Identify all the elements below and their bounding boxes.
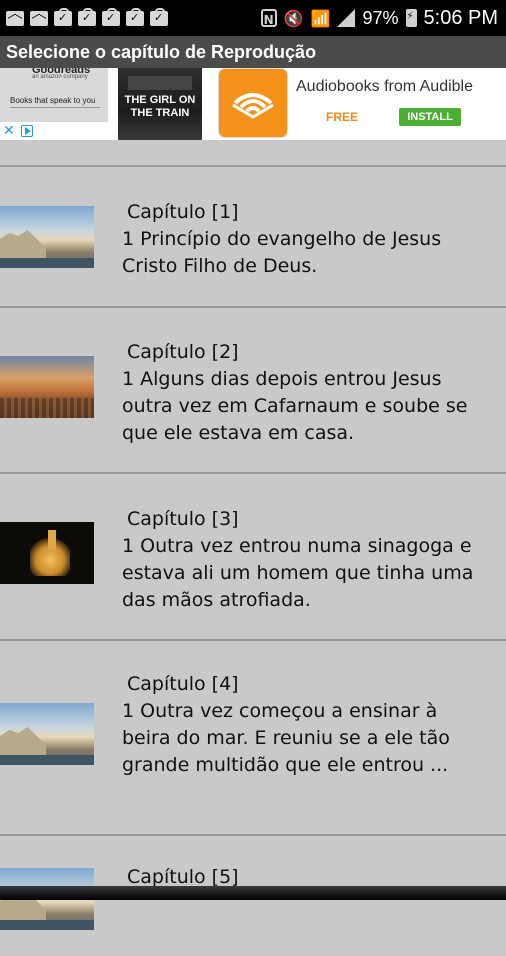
- shopping-bag-icon: [126, 7, 144, 26]
- shopping-bag-icon: [54, 7, 72, 26]
- status-bar: N 🔇 📶 97% 5:06 PM: [0, 0, 506, 36]
- audible-app-icon[interactable]: [219, 69, 287, 137]
- shopping-bag-icon: [78, 7, 96, 26]
- chapter-heading: Capítulo [3]: [127, 508, 239, 530]
- adchoices-icon[interactable]: [20, 125, 33, 137]
- ad-choices[interactable]: ✕: [0, 122, 44, 140]
- ad-divider: [10, 107, 100, 108]
- wifi-icon: 📶: [310, 8, 331, 28]
- email-icon: [30, 10, 48, 26]
- close-icon[interactable]: ✕: [3, 123, 15, 139]
- chapter-item-3[interactable]: Capítulo [3] 1 Outra vez entrou numa sin…: [0, 474, 506, 639]
- battery-percent: 97%: [362, 7, 399, 28]
- chapter-description: 1 Outra vez entrou numa sinagoga e estav…: [122, 535, 474, 611]
- chapter-item-1[interactable]: Capítulo [1] 1 Princípio do evangelho de…: [0, 167, 506, 306]
- clock: 5:06 PM: [423, 6, 498, 29]
- shopping-bag-icon: [102, 7, 120, 26]
- chapter-text-block: Capítulo [2] 1 Alguns dias depois entrou…: [122, 339, 486, 447]
- email-icon: [6, 10, 24, 26]
- chapter-list: Capítulo [1] 1 Princípio do evangelho de…: [0, 140, 506, 956]
- battery-icon: [405, 9, 417, 27]
- ad-title[interactable]: Audiobooks from Audible: [296, 78, 473, 96]
- ad-book-cover[interactable]: THE GIRL ON THE TRAIN: [118, 68, 202, 140]
- ad-tagline: Books that speak to you: [10, 96, 96, 105]
- navigation-bar: [0, 886, 506, 900]
- book-cover-band: [128, 76, 192, 90]
- chapter-thumbnail: [0, 206, 94, 268]
- chapter-text-block: Capítulo [4] 1 Outra vez começou a ensin…: [122, 671, 486, 779]
- chapter-item-4[interactable]: Capítulo [4] 1 Outra vez começou a ensin…: [0, 641, 506, 834]
- book-cover-title: THE GIRL ON THE TRAIN: [124, 94, 196, 119]
- ad-left-panel[interactable]: Goodreads an amazon company Books that s…: [0, 68, 108, 122]
- nfc-icon: N: [260, 9, 277, 27]
- ad-brand-sub: an amazon company: [32, 74, 88, 80]
- chapter-description: 1 Outra vez começou a ensinar à beira do…: [122, 700, 450, 776]
- chapter-heading: Capítulo [1]: [127, 201, 239, 223]
- chapter-text-block: Capítulo [3] 1 Outra vez entrou numa sin…: [122, 506, 486, 614]
- ad-banner[interactable]: Goodreads an amazon company Books that s…: [0, 68, 506, 140]
- chapter-text-block: Capítulo [1] 1 Princípio do evangelho de…: [122, 199, 486, 280]
- chapter-description: 1 Princípio do evangelho de Jesus Cristo…: [122, 228, 442, 277]
- ad-install-button[interactable]: INSTALL: [399, 108, 461, 126]
- shopping-bag-icon: [150, 7, 168, 26]
- page-title: Selecione o capítulo de Reprodução: [0, 36, 506, 68]
- mute-icon: 🔇: [283, 8, 304, 28]
- system-icons: N 🔇 📶 97% 5:06 PM: [260, 6, 498, 30]
- chapter-item-2[interactable]: Capítulo [2] 1 Alguns dias depois entrou…: [0, 308, 506, 472]
- chapter-heading: Capítulo [4]: [127, 673, 239, 695]
- chapter-thumbnail: [0, 703, 94, 765]
- chapter-thumbnail: [0, 356, 94, 418]
- signal-icon: [337, 9, 356, 27]
- chapter-thumbnail: [0, 522, 94, 584]
- ad-price: FREE: [326, 110, 359, 124]
- chapter-description: 1 Alguns dias depois entrou Jesus outra …: [122, 368, 468, 444]
- list-top-spacer: [0, 140, 506, 165]
- notification-icons: [6, 7, 168, 26]
- chapter-heading: Capítulo [2]: [127, 341, 239, 363]
